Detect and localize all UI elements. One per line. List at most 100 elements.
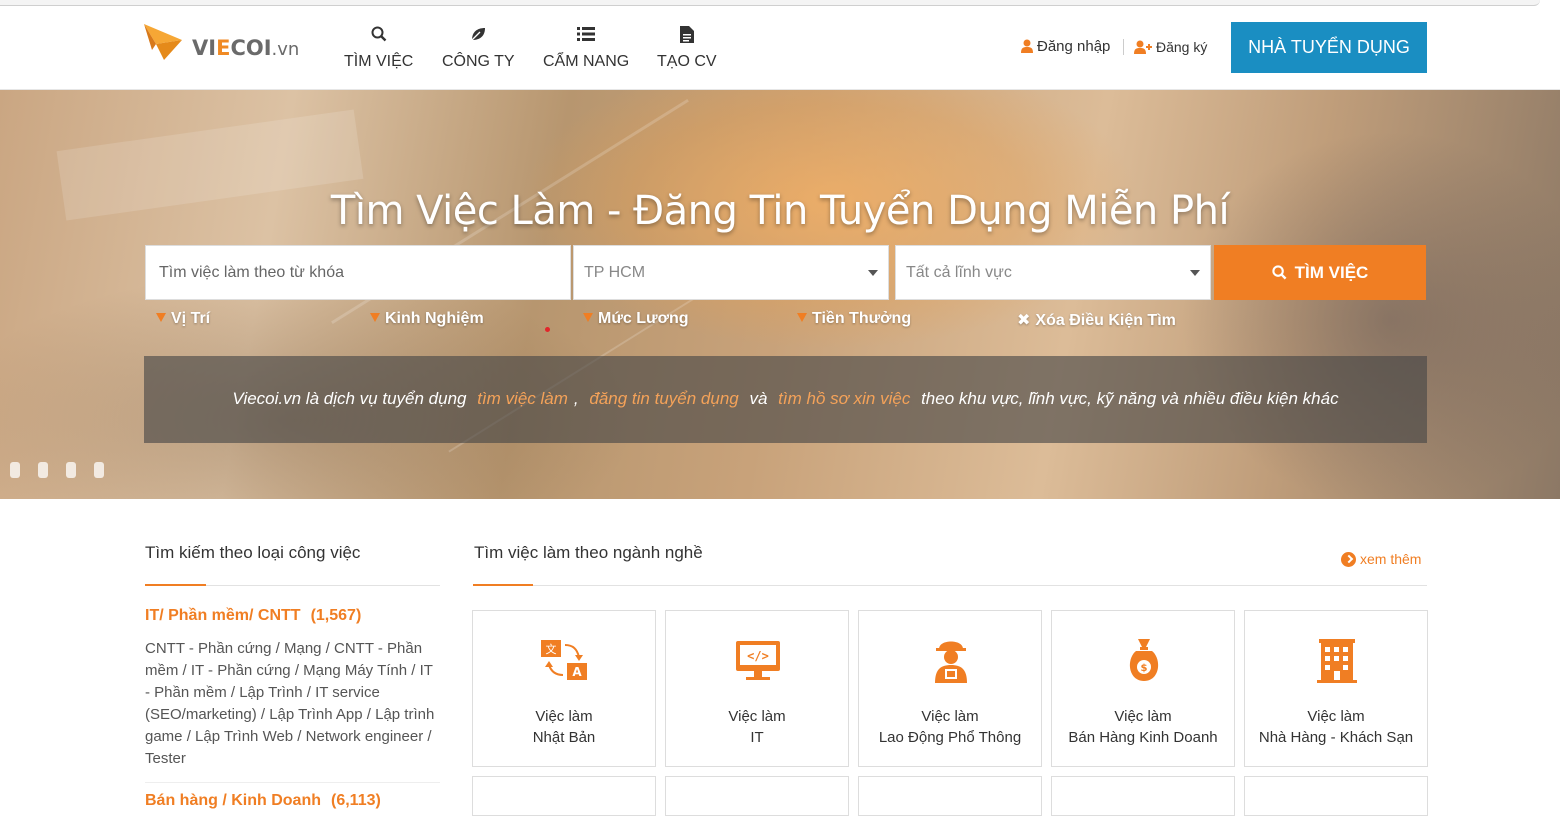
category-subcategories: CNTT - Phần cứng / Mạng / CNTT - Phần mề… bbox=[145, 640, 435, 767]
category-count: (6,113) bbox=[331, 792, 381, 809]
browser-top-strip bbox=[0, 0, 1560, 10]
industry-card-row2[interactable] bbox=[665, 776, 849, 816]
industry-section-title: Tìm việc làm theo ngành nghề bbox=[474, 543, 703, 562]
register-link[interactable]: Đăng ký bbox=[1134, 39, 1207, 57]
category-it-link[interactable]: IT/ Phần mềm/ CNTT (1,567) bbox=[145, 607, 361, 625]
red-dot-marker bbox=[545, 327, 550, 332]
field-select[interactable]: Tất cả lĩnh vực bbox=[895, 245, 1211, 300]
svg-text:A: A bbox=[572, 665, 582, 679]
login-link[interactable]: Đăng nhập bbox=[1021, 38, 1110, 57]
category-name: IT/ Phần mềm/ CNTT bbox=[145, 607, 301, 624]
industry-card-labor[interactable]: Việc làm Lao Động Phổ Thông bbox=[858, 610, 1042, 767]
chevron-down-icon bbox=[868, 270, 878, 276]
svg-text:$: $ bbox=[1141, 663, 1148, 674]
location-value: TP HCM bbox=[584, 264, 646, 281]
industry-card-row2[interactable] bbox=[1051, 776, 1235, 816]
find-cv-link[interactable]: tìm hồ sơ xin việc bbox=[778, 389, 910, 408]
desc-text: theo khu vực, lĩnh vực, kỹ năng và nhiều… bbox=[921, 389, 1339, 408]
category-name: Bán hàng / Kinh Doanh bbox=[145, 792, 321, 809]
nav-label: CÔNG TY bbox=[442, 53, 515, 70]
triangle-down-icon bbox=[797, 313, 807, 322]
filter-muc-luong[interactable]: Mức Lương bbox=[583, 310, 689, 328]
card-line2: IT bbox=[750, 729, 764, 746]
svg-text:</>: </> bbox=[747, 649, 769, 663]
keyword-search-input[interactable]: Tìm việc làm theo từ khóa bbox=[145, 245, 571, 300]
search-icon bbox=[344, 26, 413, 46]
card-line2: Bán Hàng Kinh Doanh bbox=[1068, 729, 1218, 746]
employer-button[interactable]: NHÀ TUYỂN DỤNG bbox=[1231, 22, 1427, 73]
category-sales-link[interactable]: Bán hàng / Kinh Doanh (6,113) bbox=[145, 792, 381, 810]
industry-card-japan[interactable]: 文 A Việc làm Nhật Bản bbox=[472, 610, 656, 767]
card-line1: Việc làm bbox=[535, 708, 593, 725]
search-button-label: TÌM VIỆC bbox=[1294, 263, 1369, 282]
see-more-link[interactable]: xem thêm bbox=[1341, 551, 1421, 567]
section-divider bbox=[145, 584, 440, 586]
card-line1: Việc làm bbox=[1307, 708, 1365, 725]
list-icon bbox=[543, 26, 629, 46]
card-line2: Nhà Hàng - Khách Sạn bbox=[1258, 729, 1414, 746]
industry-card-row2[interactable] bbox=[1244, 776, 1428, 816]
document-icon bbox=[657, 26, 717, 46]
find-job-link[interactable]: tìm việc làm bbox=[477, 389, 568, 408]
auth-divider bbox=[1123, 39, 1124, 55]
paper-plane-logo-icon bbox=[144, 24, 194, 60]
nav-cong-ty[interactable]: CÔNG TY bbox=[442, 26, 515, 71]
industry-card-row2[interactable] bbox=[472, 776, 656, 816]
user-plus-icon bbox=[1134, 40, 1152, 57]
filter-vi-tri[interactable]: Vị Trí bbox=[156, 310, 210, 328]
translate-icon: 文 A bbox=[541, 640, 587, 680]
chevron-right-circle-icon bbox=[1341, 552, 1356, 567]
hero-banner: Tìm Việc Làm - Đăng Tin Tuyển Dụng Miễn … bbox=[0, 90, 1560, 499]
field-value: Tất cả lĩnh vực bbox=[906, 264, 1012, 281]
hero-title: Tìm Việc Làm - Đăng Tin Tuyển Dụng Miễn … bbox=[330, 188, 1230, 234]
code-monitor-icon: </> bbox=[736, 641, 780, 680]
industry-card-it[interactable]: </> Việc làm IT bbox=[665, 610, 849, 767]
chevron-down-icon bbox=[1190, 270, 1200, 276]
nav-tim-viec[interactable]: TÌM VIỆC bbox=[344, 26, 413, 71]
site-header: VIECOI.vn TÌM VIỆC CÔNG TY CẨM NANG TẠO … bbox=[0, 10, 1560, 90]
industry-card-row2[interactable] bbox=[858, 776, 1042, 816]
register-label: Đăng ký bbox=[1156, 39, 1208, 55]
section-divider bbox=[473, 584, 1427, 586]
industry-card-hospitality[interactable]: Việc làm Nhà Hàng - Khách Sạn bbox=[1244, 610, 1428, 767]
category-count: (1,567) bbox=[310, 607, 362, 624]
logo-text: VIECOI.vn bbox=[192, 36, 300, 60]
filter-kinh-nghiem[interactable]: Kinh Nghiệm bbox=[370, 310, 484, 328]
card-line2: Lao Động Phổ Thông bbox=[878, 729, 1022, 746]
search-icon bbox=[1272, 247, 1287, 302]
see-more-label: xem thêm bbox=[1360, 551, 1422, 567]
industry-card-sales[interactable]: $ Việc làm Bán Hàng Kinh Doanh bbox=[1051, 610, 1235, 767]
user-icon bbox=[1021, 39, 1033, 57]
clear-filters-label: Xóa Điều Kiện Tìm bbox=[1035, 312, 1176, 329]
nav-label: TẠO CV bbox=[657, 53, 717, 70]
desc-text: Viecoi.vn là dịch vụ tuyển dụng bbox=[232, 389, 467, 408]
hotel-icon bbox=[1317, 639, 1357, 683]
triangle-down-icon bbox=[370, 313, 380, 322]
leaf-icon bbox=[442, 26, 515, 46]
clear-filters-link[interactable]: ✖ Xóa Điều Kiện Tìm bbox=[1017, 310, 1176, 330]
money-bag-icon: $ bbox=[1129, 639, 1159, 681]
post-job-link[interactable]: đăng tin tuyển dụng bbox=[589, 389, 738, 408]
filter-tien-thuong[interactable]: Tiền Thưởng bbox=[797, 310, 911, 328]
filter-label: Tiền Thưởng bbox=[812, 310, 912, 327]
site-logo[interactable]: VIECOI.vn bbox=[142, 20, 302, 64]
nav-cam-nang[interactable]: CẨM NANG bbox=[543, 26, 629, 71]
filter-label: Kinh Nghiệm bbox=[385, 310, 484, 327]
nav-label: CẨM NANG bbox=[543, 53, 630, 70]
filter-label: Vị Trí bbox=[171, 310, 211, 327]
worker-icon bbox=[935, 641, 967, 683]
keyboard-keys-decoration bbox=[10, 462, 104, 478]
filter-label: Mức Lương bbox=[598, 310, 689, 327]
login-label: Đăng nhập bbox=[1037, 38, 1111, 55]
search-button[interactable]: TÌM VIỆC bbox=[1214, 245, 1426, 300]
card-line1: Việc làm bbox=[1114, 708, 1172, 725]
triangle-down-icon bbox=[583, 313, 593, 322]
triangle-down-icon bbox=[156, 313, 166, 322]
nav-tao-cv[interactable]: TẠO CV bbox=[657, 26, 717, 71]
nav-label: TÌM VIỆC bbox=[344, 53, 414, 70]
desc-comma: , bbox=[573, 389, 579, 408]
card-line1: Việc làm bbox=[921, 708, 979, 725]
service-description: Viecoi.vn là dịch vụ tuyển dụng tìm việc… bbox=[144, 356, 1427, 443]
location-select[interactable]: TP HCM bbox=[573, 245, 889, 300]
card-line1: Việc làm bbox=[728, 708, 786, 725]
